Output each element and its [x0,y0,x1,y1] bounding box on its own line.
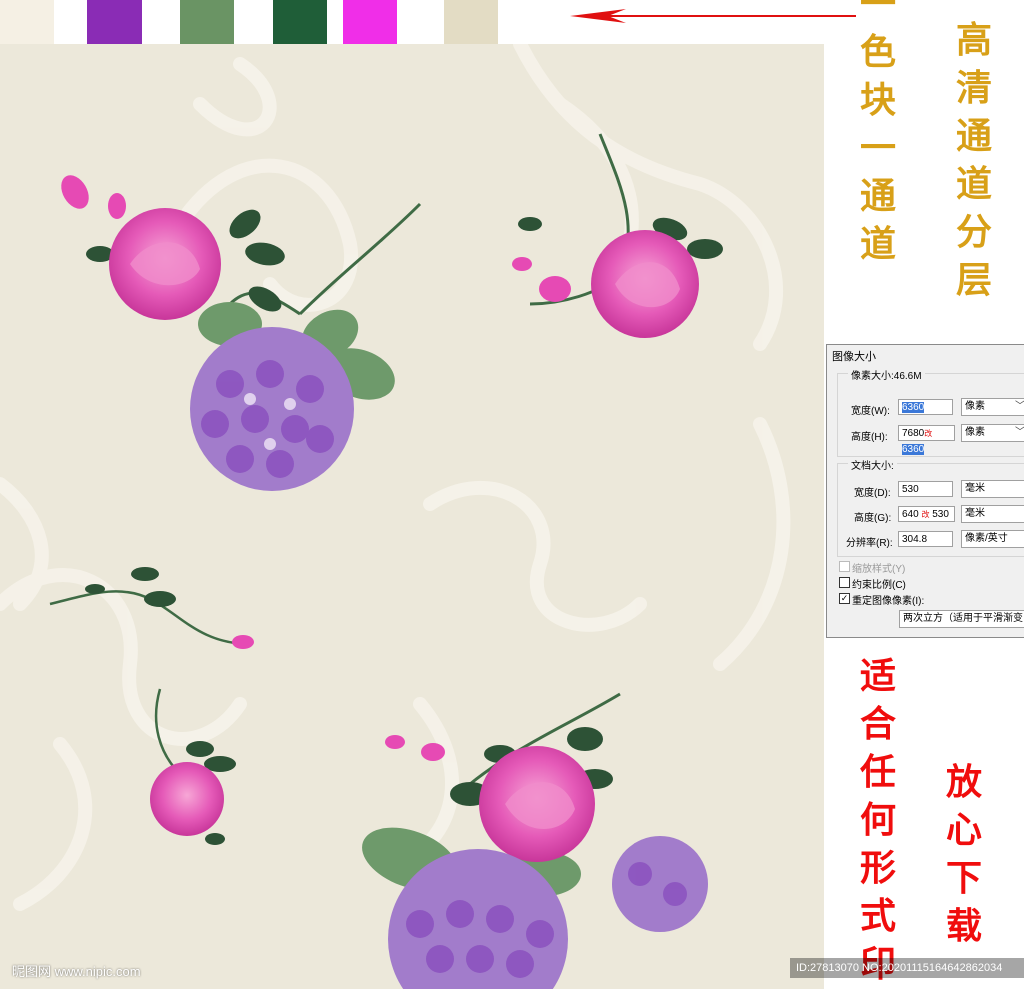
doc-height-input[interactable]: 640 改 530 [898,506,955,522]
width-unit-value: 像素 [965,401,985,412]
width-input[interactable]: 6360 [898,399,953,415]
constrain-proportions-label: 约束比例(C) [852,580,906,591]
height-input[interactable]: 7680改 6360 [898,425,955,455]
scale-styles-checkbox[interactable] [839,561,850,572]
chevron-down-icon: ﹀ [1015,401,1024,412]
height-old-value: 7680 [902,428,925,439]
doc-height-unit-value: 毫米 [965,508,985,519]
width-unit-select[interactable]: 像素 ﹀ [961,398,1024,416]
width-label: 宽度(W): [851,406,890,417]
swatch-beige [444,0,498,44]
image-id-watermark: ID:27813070 NO:20201115164642862034 [790,958,1024,978]
resolution-input[interactable]: 304.8 [898,531,953,547]
swatch-sage-green [180,0,234,44]
scale-styles-label: 缩放样式(Y) [852,564,906,575]
hd-channel-annotation: 高清通道分层 [955,19,992,301]
suitable-print-annotation: 适合任何形式印 [859,655,896,985]
doc-height-old-value: 640 [902,509,919,520]
floral-pattern-canvas [0,44,824,989]
height-value: 6360 [902,444,925,455]
height-unit-select[interactable]: 像素 ﹀ [961,424,1024,442]
doc-width-unit-value: 毫米 [965,483,985,494]
resolution-unit-value: 像素/英寸 [965,533,1008,544]
resolution-unit-select[interactable]: 像素/英寸 [961,530,1024,548]
height-unit-value: 像素 [965,427,985,438]
swatch-purple [87,0,142,44]
doc-height-unit-select[interactable]: 毫米 [961,505,1024,523]
pixel-size-label: 像素大小:46.6M [848,367,925,382]
dialog-title: 图像大小 [832,351,876,363]
rose-cluster-top-left [61,175,422,491]
width-value: 6360 [902,402,925,413]
floral-artwork [0,44,791,989]
pixel-size-group: 像素大小:46.6M 宽度(W): 6360 像素 ﹀ 高度(H): 7680改 6… [837,367,1024,457]
resolution-value: 304.8 [902,534,928,545]
resample-method-value: 两次立方（适用于平滑渐变 [903,613,1023,624]
swatch-dark-green [273,0,327,44]
height-label: 高度(H): [851,432,888,443]
document-size-group: 文档大小: 宽度(D): 530 毫米 高度(G): 640 改 530 毫米 … [837,457,1024,557]
color-block-annotation: 一色块一通道 [859,0,896,265]
doc-width-input[interactable]: 530 [898,481,953,497]
height-change-mark: 改 [924,429,933,438]
resample-checkbox[interactable]: ✓ [839,593,850,604]
doc-height-value: 530 [932,509,949,520]
rose-cluster-bottom [362,692,708,989]
doc-width-label: 宽度(D): [854,488,891,499]
resolution-label: 分辨率(R): [846,538,893,549]
swatch-magenta [343,0,397,44]
doc-height-change-mark: 改 [921,510,930,519]
swatch-cream [0,0,54,44]
chevron-down-icon: ﹀ [1015,427,1024,438]
constrain-proportions-checkbox[interactable] [839,577,850,588]
doc-size-label: 文档大小: [848,457,897,472]
image-size-dialog: 图像大小 像素大小:46.6M 宽度(W): 6360 像素 ﹀ 高度(H): 7… [826,344,1024,638]
download-annotation: 放心下载 [945,761,982,947]
doc-height-label: 高度(G): [854,513,892,524]
red-arrow-icon [570,9,856,23]
site-watermark: 昵图网 www.nipic.com [12,964,141,979]
rose-left-lower [150,688,236,845]
resample-label: 重定图像像素(I): [852,596,925,607]
doc-width-unit-select[interactable]: 毫米 [961,480,1024,498]
resample-method-select[interactable]: 两次立方（适用于平滑渐变 [899,610,1024,628]
doc-width-value: 530 [902,484,919,495]
